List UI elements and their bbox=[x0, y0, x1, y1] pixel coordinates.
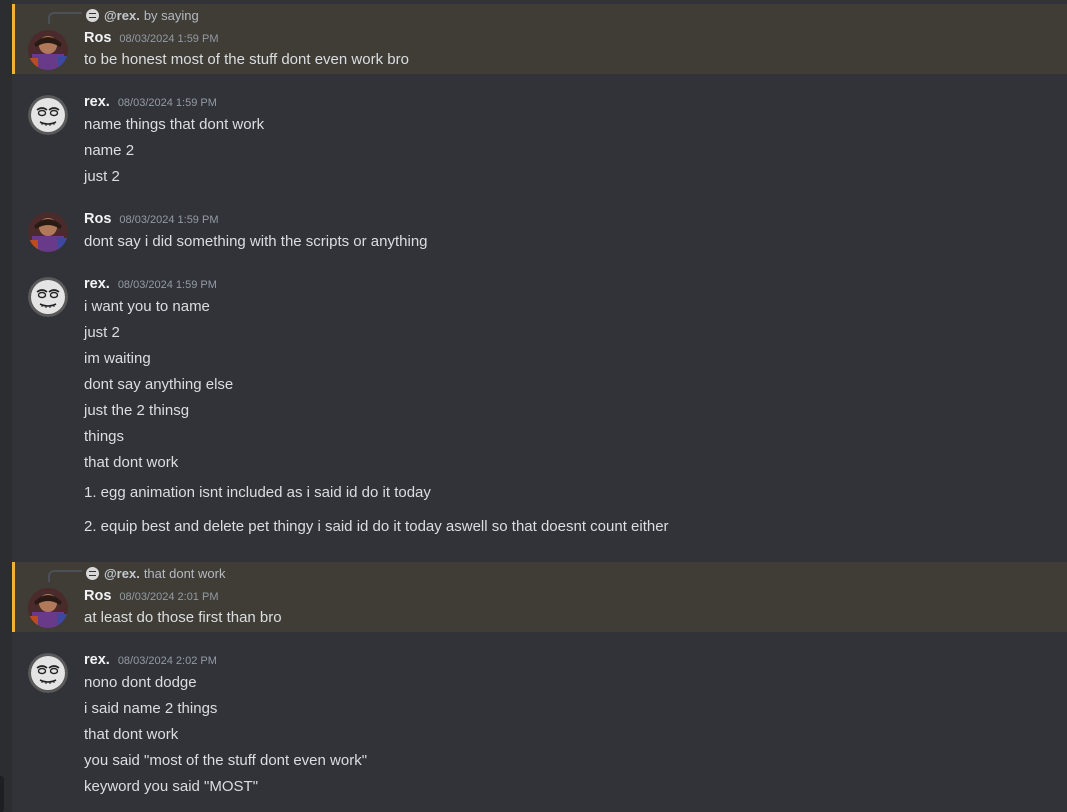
message-group-ros[interactable]: @rex. that dont work Ros 08/03/2024 2:01… bbox=[12, 562, 1067, 632]
reply-avatar-icon bbox=[86, 8, 99, 22]
author-name[interactable]: Ros bbox=[84, 211, 111, 227]
timestamp[interactable]: 08/03/2024 1:59 PM bbox=[119, 214, 218, 226]
message-header: rex. 08/03/2024 2:02 PM bbox=[84, 652, 217, 672]
message-group-rex[interactable]: rex. 08/03/2024 2:02 PM nono dont dodge … bbox=[12, 648, 1067, 812]
message-text: that dont work bbox=[84, 726, 179, 743]
message-group-ros[interactable]: Ros 08/03/2024 1:59 PM dont say i did so… bbox=[12, 207, 1067, 257]
message-text: just 2 bbox=[84, 168, 120, 185]
avatar-rex[interactable] bbox=[28, 277, 68, 317]
message-text: 1. egg animation isnt included as i said… bbox=[84, 484, 431, 501]
author-name[interactable]: rex. bbox=[84, 652, 110, 668]
timestamp[interactable]: 08/03/2024 1:59 PM bbox=[119, 33, 218, 45]
reply-preview-text: that dont work bbox=[143, 565, 226, 581]
message-text: things bbox=[84, 428, 125, 445]
reply-author[interactable]: @rex. bbox=[104, 8, 140, 23]
message-header: rex. 08/03/2024 1:59 PM bbox=[84, 276, 217, 296]
reply-connector bbox=[48, 12, 82, 24]
message-text: name things that dont work bbox=[84, 116, 265, 133]
message-text: im waiting bbox=[84, 350, 151, 367]
author-name[interactable]: Ros bbox=[84, 30, 111, 46]
reply-avatar-icon bbox=[86, 566, 99, 580]
message-group-rex[interactable]: rex. 08/03/2024 1:59 PM name things that… bbox=[12, 90, 1067, 190]
timestamp[interactable]: 08/03/2024 2:02 PM bbox=[118, 655, 217, 667]
channel-sidebar-edge bbox=[0, 0, 12, 812]
message-group-rex[interactable]: rex. 08/03/2024 1:59 PM i want you to na… bbox=[12, 272, 1067, 542]
message-text: you said "most of the stuff dont even wo… bbox=[84, 752, 368, 769]
message-text: keyword you said "MOST" bbox=[84, 778, 259, 795]
message-text: name 2 bbox=[84, 142, 135, 159]
message-text: at least do those first than bro bbox=[84, 609, 282, 626]
message-text: i want you to name bbox=[84, 298, 210, 315]
message-header: Ros 08/03/2024 1:59 PM bbox=[84, 211, 218, 231]
avatar-ros[interactable] bbox=[28, 588, 68, 628]
avatar-rex[interactable] bbox=[28, 95, 68, 135]
author-name[interactable]: rex. bbox=[84, 276, 110, 292]
reply-author[interactable]: @rex. bbox=[104, 566, 140, 581]
avatar-ros[interactable] bbox=[28, 212, 68, 252]
avatar-ros[interactable] bbox=[28, 30, 68, 70]
message-text: dont say anything else bbox=[84, 376, 234, 393]
scrollbar-thumb[interactable] bbox=[0, 776, 4, 812]
message-header: rex. 08/03/2024 1:59 PM bbox=[84, 94, 217, 114]
message-text: i said name 2 things bbox=[84, 700, 218, 717]
reply-connector bbox=[48, 570, 82, 582]
timestamp[interactable]: 08/03/2024 1:59 PM bbox=[118, 279, 217, 291]
reply-reference[interactable]: @rex. by saying bbox=[86, 6, 199, 24]
reply-reference[interactable]: @rex. that dont work bbox=[86, 564, 225, 582]
message-text: that dont work bbox=[84, 454, 179, 471]
timestamp[interactable]: 08/03/2024 1:59 PM bbox=[118, 97, 217, 109]
message-text: to be honest most of the stuff dont even… bbox=[84, 51, 409, 68]
message-header: Ros 08/03/2024 2:01 PM bbox=[84, 588, 218, 608]
message-text: just 2 bbox=[84, 324, 120, 341]
message-group-ros[interactable]: @rex. by saying Ros 08/03/2024 1:59 PM t… bbox=[12, 4, 1067, 74]
message-text: dont say i did something with the script… bbox=[84, 233, 428, 250]
message-text: nono dont dodge bbox=[84, 674, 197, 691]
message-header: Ros 08/03/2024 1:59 PM bbox=[84, 30, 218, 50]
avatar-rex[interactable] bbox=[28, 653, 68, 693]
author-name[interactable]: Ros bbox=[84, 588, 111, 604]
message-text: just the 2 thinsg bbox=[84, 402, 190, 419]
message-text: 2. equip best and delete pet thingy i sa… bbox=[84, 518, 669, 535]
author-name[interactable]: rex. bbox=[84, 94, 110, 110]
chat-message-list[interactable]: @rex. by saying Ros 08/03/2024 1:59 PM t… bbox=[0, 0, 1067, 812]
timestamp[interactable]: 08/03/2024 2:01 PM bbox=[119, 591, 218, 603]
reply-preview-text: by saying bbox=[143, 7, 199, 23]
